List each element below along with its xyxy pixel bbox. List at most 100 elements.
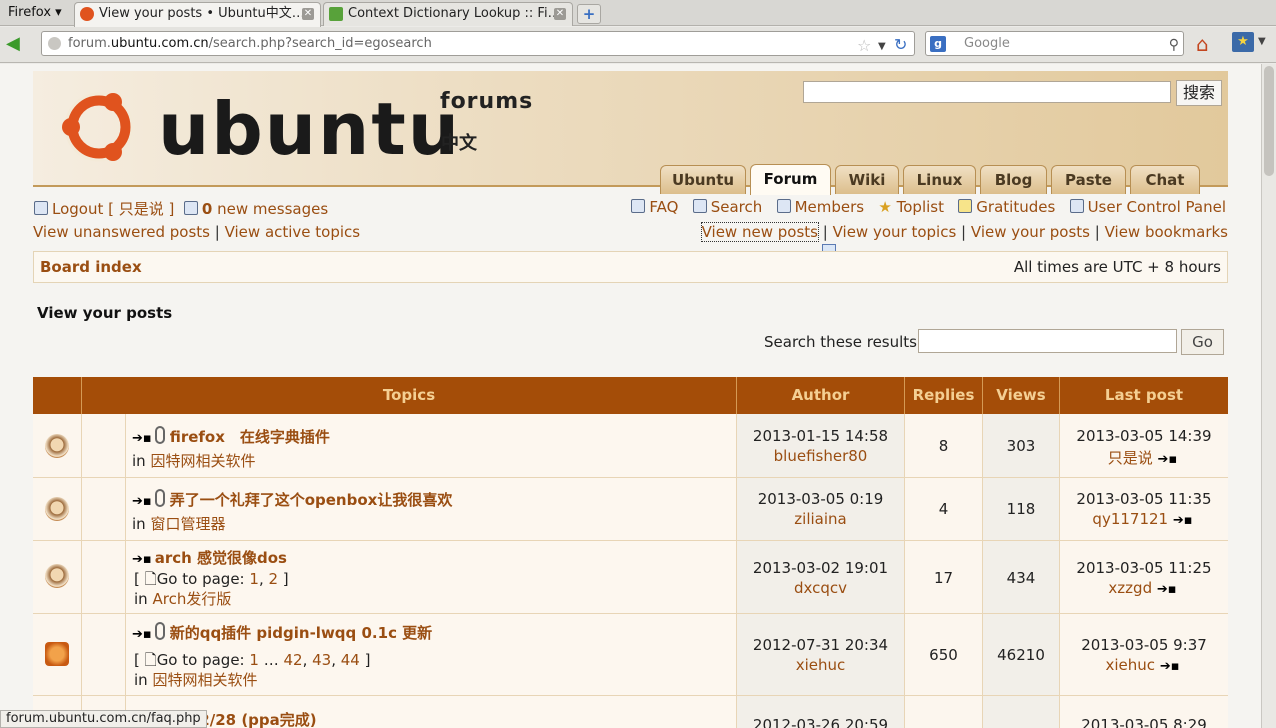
url-path: /search.php?search_id=egosearch xyxy=(208,36,432,51)
attachment-icon xyxy=(154,489,165,507)
members-link[interactable]: Members xyxy=(795,198,865,216)
view-your-topics-link[interactable]: View your topics xyxy=(833,223,957,241)
logout-link[interactable]: Logout [ 只是说 ] xyxy=(52,200,174,218)
user-control-panel-link[interactable]: User Control Panel xyxy=(1088,198,1226,216)
topic-title-link[interactable]: 弄了一个礼拜了这个openbox让我很喜欢 xyxy=(170,491,453,509)
goto-post-icon[interactable]: ➔▪ xyxy=(132,552,152,567)
topic-title-link[interactable]: 新的qq插件 pidgin-lwqq 0.1c 更新 xyxy=(170,624,432,642)
board-index-link[interactable]: Board index xyxy=(40,258,142,276)
in-label: in xyxy=(134,590,148,608)
goto-post-icon[interactable]: ➔▪ xyxy=(132,431,152,446)
topic-title-link[interactable]: arch 感觉很像dos xyxy=(155,549,287,567)
last-post-user-link[interactable]: qy117121 xyxy=(1092,510,1168,528)
topic-read-icon xyxy=(45,564,69,588)
views-count: 118 xyxy=(1006,500,1036,518)
last-post-user-link[interactable]: 只是说 xyxy=(1108,449,1153,467)
view-new-posts-link[interactable]: View new posts xyxy=(700,222,819,242)
attachment-icon xyxy=(154,426,165,444)
logo-wordmark[interactable]: ubuntu xyxy=(158,87,461,171)
author-link[interactable]: xiehuc xyxy=(796,656,846,674)
tab-view-your-posts[interactable]: View your posts • Ubuntu中文… ✕ xyxy=(74,2,321,27)
back-arrow-icon[interactable]: ◀ xyxy=(6,34,28,54)
last-post-date: 2013-03-05 11:35 xyxy=(1076,490,1212,508)
home-icon[interactable]: ⌂ xyxy=(1196,32,1209,56)
globe-icon xyxy=(48,37,61,50)
replies-count: 650 xyxy=(929,646,958,664)
web-search-field[interactable]: g Google ⚲ xyxy=(925,31,1184,56)
goto-post-icon[interactable]: ➔▪ xyxy=(132,627,152,642)
page-link[interactable]: 42 xyxy=(283,651,302,669)
chevron-down-icon[interactable]: ▼ xyxy=(1258,36,1266,47)
search-results-label: Search these results: xyxy=(764,333,923,351)
bookmark-star-icon[interactable]: ☆ xyxy=(857,34,871,57)
forum-link[interactable]: 因特网相关软件 xyxy=(150,452,255,470)
page-link[interactable]: 43 xyxy=(312,651,331,669)
goto-last-post-icon[interactable]: ➔▪ xyxy=(1158,452,1178,467)
new-tab-button[interactable]: + xyxy=(577,4,601,24)
toplist-link[interactable]: Toplist xyxy=(897,198,944,216)
tab-linux[interactable]: Linux xyxy=(903,165,976,194)
header-author: Author xyxy=(737,377,905,414)
close-tab-icon[interactable]: ✕ xyxy=(302,8,314,20)
forum-link[interactable]: 窗口管理器 xyxy=(150,515,225,533)
ubuntu-logo-icon[interactable] xyxy=(59,87,139,167)
goto-last-post-icon[interactable]: ➔▪ xyxy=(1157,582,1177,597)
topic-title-link[interactable]: firefox 在线字典插件 xyxy=(170,428,330,446)
view-unanswered-link[interactable]: View unanswered posts xyxy=(33,223,210,241)
page-link[interactable]: 2 xyxy=(268,570,278,588)
tab-chat[interactable]: Chat xyxy=(1130,165,1200,194)
browser-nav-bar: ◀ forum.ubuntu.com.cn/search.php?search_… xyxy=(0,27,1276,63)
reload-icon[interactable]: ↻ xyxy=(894,33,907,56)
page-link[interactable]: 44 xyxy=(341,651,360,669)
forum-header: ubuntu forums 中文 搜索 Ubuntu Forum Wiki Li… xyxy=(33,71,1228,195)
close-tab-icon[interactable]: ✕ xyxy=(554,8,566,20)
search-link[interactable]: Search xyxy=(711,198,763,216)
google-engine-icon[interactable]: g xyxy=(930,36,946,52)
vertical-scrollbar[interactable] xyxy=(1261,64,1276,728)
url-domain: ubuntu.com.cn xyxy=(110,36,209,51)
post-date: 2013-03-05 0:19 xyxy=(757,490,884,508)
goto-last-post-icon[interactable]: ➔▪ xyxy=(1160,659,1180,674)
forum-link[interactable]: Arch发行版 xyxy=(152,590,231,608)
new-messages-link[interactable]: 0 new messages xyxy=(202,200,328,218)
tab-forum[interactable]: Forum xyxy=(750,164,831,195)
bookmarks-icon[interactable]: ★ xyxy=(1232,32,1254,52)
forum-search-button[interactable]: 搜索 xyxy=(1176,80,1222,106)
last-post-user-link[interactable]: xzzgd xyxy=(1108,579,1152,597)
firefox-menu-button[interactable]: Firefox ▾ xyxy=(4,3,66,23)
goto-last-post-icon[interactable]: ➔▪ xyxy=(1173,513,1193,528)
views-count: 434 xyxy=(1006,569,1036,587)
goto-post-icon[interactable]: ➔▪ xyxy=(132,494,152,509)
go-button[interactable]: Go xyxy=(1181,329,1224,355)
url-prefix: forum. xyxy=(68,36,111,51)
last-post-user-link[interactable]: xiehuc xyxy=(1105,656,1155,674)
tab-wiki[interactable]: Wiki xyxy=(835,165,899,194)
view-active-topics-link[interactable]: View active topics xyxy=(225,223,361,241)
logout-icon xyxy=(34,201,48,215)
page-link[interactable]: 1 xyxy=(249,651,259,669)
author-link[interactable]: dxcqcv xyxy=(794,579,847,597)
scrollbar-thumb[interactable] xyxy=(1264,66,1274,176)
view-your-posts-link[interactable]: View your posts xyxy=(971,223,1090,241)
tab-ubuntu[interactable]: Ubuntu xyxy=(660,165,746,194)
search-icon[interactable]: ⚲ xyxy=(1169,34,1179,57)
gratitudes-link[interactable]: Gratitudes xyxy=(976,198,1055,216)
url-bar[interactable]: forum.ubuntu.com.cn/search.php?search_id… xyxy=(41,31,915,56)
author-link[interactable]: ziliaina xyxy=(794,510,846,528)
status-bar-url: forum.ubuntu.com.cn/faq.php xyxy=(0,710,207,728)
search-icon xyxy=(692,199,707,213)
chevron-down-icon[interactable]: ▼ xyxy=(878,35,886,58)
tab-context-dictionary[interactable]: Context Dictionary Lookup :: Fi… ✕ xyxy=(323,2,573,26)
tab-blog[interactable]: Blog xyxy=(980,165,1047,194)
page-title: View your posts xyxy=(37,304,173,322)
search-results-input[interactable] xyxy=(918,329,1177,353)
page-link[interactable]: 1 xyxy=(249,570,259,588)
forum-link[interactable]: 因特网相关软件 xyxy=(152,671,257,689)
header-icon-col xyxy=(33,377,82,414)
last-post-date: 2013-03-05 11:25 xyxy=(1076,559,1212,577)
forum-search-input[interactable] xyxy=(803,81,1171,103)
author-link[interactable]: bluefisher80 xyxy=(774,447,868,465)
view-bookmarks-link[interactable]: View bookmarks xyxy=(1105,223,1228,241)
faq-link[interactable]: FAQ xyxy=(649,198,678,216)
tab-paste[interactable]: Paste xyxy=(1051,165,1126,194)
